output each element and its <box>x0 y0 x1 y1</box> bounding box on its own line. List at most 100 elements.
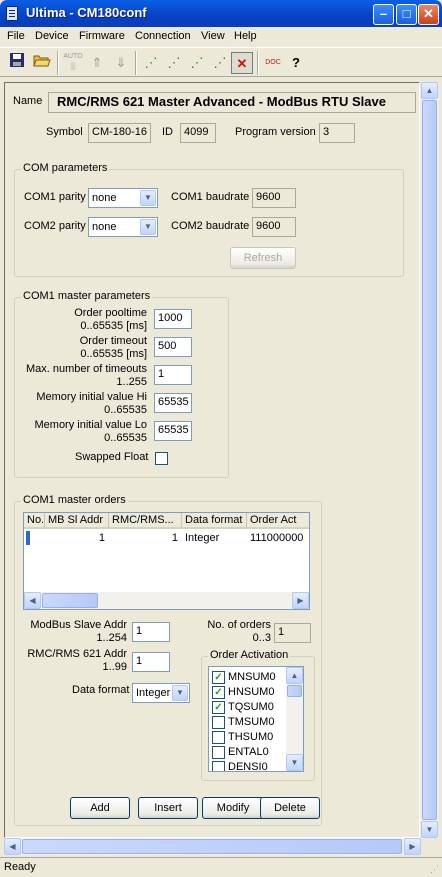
order-activation-item[interactable]: TMSUM0 <box>212 715 288 730</box>
order-activation-scrollbar[interactable]: ▲ ▼ <box>286 667 303 771</box>
order-activation-item[interactable]: THSUM0 <box>212 730 288 745</box>
order-activation-checkbox-3[interactable] <box>212 716 225 729</box>
main-hscrollbar[interactable]: ◀ ▶ <box>4 838 421 855</box>
scroll-right-icon[interactable]: ▶ <box>404 838 421 855</box>
modify-button[interactable]: Modify <box>202 797 264 819</box>
order-activation-checkbox-2[interactable]: ✓ <box>212 701 225 714</box>
scroll-left-icon[interactable]: ◀ <box>4 838 21 855</box>
order-activation-scroll-thumb[interactable] <box>287 685 302 697</box>
scroll-up-icon[interactable]: ▲ <box>421 82 438 99</box>
id-label: ID <box>162 126 173 138</box>
delete-button[interactable]: Delete <box>260 797 320 819</box>
max-timeouts-label: Max. number of timeouts 1..255 <box>17 363 147 389</box>
open-folder-icon[interactable] <box>31 52 53 74</box>
column-data-format[interactable]: Data format <box>182 513 247 529</box>
modbus-slave-addr-input[interactable]: 1 <box>132 622 170 642</box>
master-parameters-group: COM1 master parameters Order pooltime 0.… <box>14 290 229 478</box>
data-format-value: Integer <box>136 687 171 699</box>
main-vscroll-thumb[interactable] <box>422 100 437 820</box>
chevron-down-icon[interactable]: ▼ <box>140 190 156 206</box>
mem-hi-input[interactable]: 65535 <box>154 393 192 413</box>
mem-lo-range: 0..65535 <box>104 432 147 444</box>
column-rmc-rms[interactable]: RMC/RMS... <box>109 513 182 529</box>
scroll-up-icon[interactable]: ▲ <box>286 667 303 684</box>
order-activation-item[interactable]: ✓ MNSUM0 <box>212 670 288 685</box>
menu-file[interactable]: File <box>7 30 25 42</box>
master-parameters-title: COM1 master parameters <box>21 290 153 302</box>
chevron-down-icon[interactable]: ▼ <box>140 219 156 235</box>
order-activation-checkbox-0[interactable]: ✓ <box>212 671 225 684</box>
order-activation-checkbox-5[interactable] <box>212 746 225 759</box>
title-bar[interactable]: Ultima - CM180conf – □ ✕ <box>0 0 442 27</box>
connect-icon-3[interactable]: ⋰ <box>186 52 208 74</box>
toolbar-separator <box>257 51 259 75</box>
window-title: Ultima - CM180conf <box>26 5 147 20</box>
column-no[interactable]: No. <box>24 513 45 529</box>
main-hscroll-thumb[interactable] <box>22 839 402 854</box>
rmc-addr-input[interactable]: 1 <box>132 652 170 672</box>
main-vscrollbar[interactable]: ▲ ▼ <box>421 82 438 838</box>
order-activation-checkbox-1[interactable]: ✓ <box>212 686 225 699</box>
disconnect-icon[interactable]: ✕ <box>231 52 253 74</box>
connect-icon-2[interactable]: ⋰ <box>163 52 185 74</box>
rmc-addr-text: RMC/RMS 621 Addr <box>27 648 127 660</box>
cell-data-format: Integer <box>185 532 220 544</box>
data-format-select[interactable]: Integer ▼ <box>132 683 190 703</box>
minimize-button[interactable]: – <box>373 4 394 25</box>
add-button[interactable]: Add <box>70 797 130 819</box>
resize-grip-icon[interactable]: ⋰ <box>430 864 439 875</box>
save-icon[interactable] <box>6 52 28 74</box>
connect-icon-1[interactable]: ⋰ <box>140 52 162 74</box>
scroll-down-icon[interactable]: ▼ <box>286 754 303 771</box>
maximize-button[interactable]: □ <box>396 4 417 25</box>
menu-view[interactable]: View <box>201 30 225 42</box>
master-orders-group: COM1 master orders No. MB Sl Addr RMC/RM… <box>14 494 322 826</box>
toolbar-separator <box>135 51 137 75</box>
chevron-down-icon[interactable]: ▼ <box>172 685 188 701</box>
order-activation-item[interactable]: DENSI0 <box>212 760 288 771</box>
order-activation-list[interactable]: ✓ MNSUM0 ✓ HNSUM0 ✓ TQSUM0 TMSUM0 THSUM0… <box>208 666 304 772</box>
com1-parity-select[interactable]: none ▼ <box>88 188 158 208</box>
menu-help[interactable]: Help <box>234 30 257 42</box>
download-icon[interactable]: ⇓ <box>110 52 132 74</box>
order-pooltime-input[interactable]: 1000 <box>154 309 192 329</box>
menu-firmware[interactable]: Firmware <box>79 30 125 42</box>
max-timeouts-input[interactable]: 1 <box>154 365 192 385</box>
menu-bar: File Device Firmware Connection View Hel… <box>0 27 442 46</box>
orders-list[interactable]: No. MB Sl Addr RMC/RMS... Data format Or… <box>23 512 310 610</box>
document-icon[interactable]: DOC <box>262 52 284 74</box>
order-activation-label-4: THSUM0 <box>228 731 274 743</box>
help-icon[interactable]: ? <box>285 52 307 74</box>
scroll-right-icon[interactable]: ▶ <box>292 592 309 609</box>
orders-hscroll-thumb[interactable] <box>42 593 98 608</box>
mem-lo-text: Memory initial value Lo <box>34 419 148 431</box>
symbol-label: Symbol <box>46 126 83 138</box>
connect-icon-4[interactable]: ⋰ <box>209 52 231 74</box>
mem-lo-input[interactable]: 65535 <box>154 421 192 441</box>
close-button[interactable]: ✕ <box>418 4 439 25</box>
column-order-act[interactable]: Order Act <box>247 513 309 529</box>
order-activation-label-5: ENTAL0 <box>228 746 269 758</box>
auto-detect-icon[interactable]: AUTO ▒ <box>62 52 84 74</box>
swapped-float-label: Swapped Float <box>75 451 149 463</box>
com2-parity-label: COM2 parity <box>24 220 86 232</box>
insert-button[interactable]: Insert <box>138 797 198 819</box>
menu-device[interactable]: Device <box>35 30 69 42</box>
menu-connection[interactable]: Connection <box>135 30 191 42</box>
order-activation-checkbox-6[interactable] <box>212 761 225 771</box>
order-activation-item[interactable]: ENTAL0 <box>212 745 288 760</box>
refresh-button[interactable]: Refresh <box>230 247 296 269</box>
program-version-label: Program version <box>235 126 316 138</box>
com2-parity-select[interactable]: none ▼ <box>88 217 158 237</box>
swapped-float-checkbox[interactable] <box>155 452 168 465</box>
orders-hscrollbar[interactable]: ◀ ▶ <box>24 592 309 609</box>
order-activation-checkbox-4[interactable] <box>212 731 225 744</box>
upload-icon[interactable]: ⇑ <box>86 52 108 74</box>
order-activation-item[interactable]: ✓ HNSUM0 <box>212 685 288 700</box>
order-timeout-input[interactable]: 500 <box>154 337 192 357</box>
order-activation-item[interactable]: ✓ TQSUM0 <box>212 700 288 715</box>
modbus-slave-addr-text: ModBus Slave Addr <box>30 619 127 631</box>
scroll-left-icon[interactable]: ◀ <box>24 592 41 609</box>
scroll-down-icon[interactable]: ▼ <box>421 821 438 838</box>
column-mb-sl-addr[interactable]: MB Sl Addr <box>45 513 109 529</box>
